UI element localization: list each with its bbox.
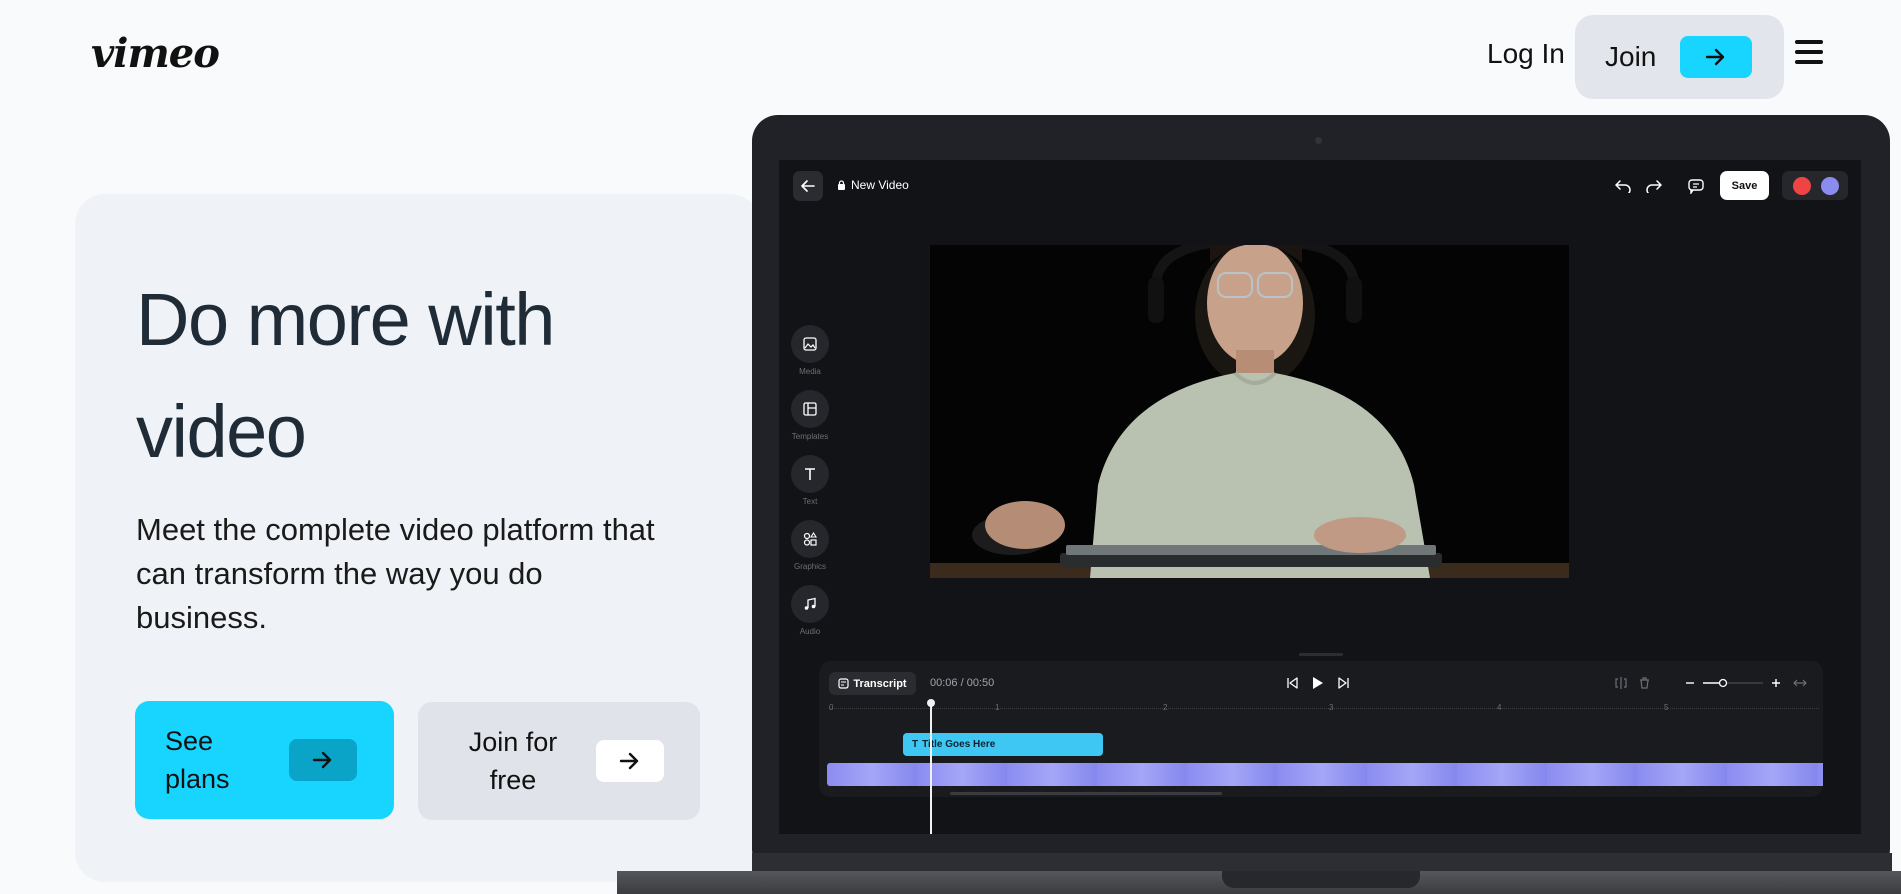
ruler-tick: 3: [1329, 703, 1334, 712]
avatar: [1793, 176, 1811, 195]
login-link[interactable]: Log In: [1487, 38, 1565, 70]
zoom-in-icon[interactable]: [1770, 675, 1782, 691]
arrow-right-icon: [596, 740, 664, 782]
back-button[interactable]: [793, 171, 823, 201]
see-plans-label: See plans: [165, 726, 230, 794]
ruler-tick: 0: [829, 703, 834, 712]
skip-forward-icon[interactable]: [1336, 675, 1352, 691]
tool-media[interactable]: Media: [791, 325, 829, 376]
collaborator-avatars[interactable]: [1782, 171, 1848, 200]
video-preview[interactable]: [930, 245, 1569, 578]
zoom-out-icon[interactable]: [1684, 675, 1696, 691]
tool-text[interactable]: Text: [791, 455, 829, 506]
skip-back-icon[interactable]: [1284, 675, 1300, 691]
ruler-tick: 2: [1163, 703, 1168, 712]
tool-templates[interactable]: Templates: [791, 390, 829, 441]
arrow-right-icon: [1680, 36, 1753, 78]
music-note-icon: [791, 585, 829, 623]
tool-label: Text: [802, 497, 818, 506]
fit-width-icon[interactable]: [1792, 675, 1808, 691]
timeline-resize-handle[interactable]: [1299, 653, 1343, 656]
transcript-icon: [838, 678, 850, 689]
layout-icon: [791, 390, 829, 428]
arrow-right-icon: [289, 739, 357, 781]
laptop-mockup: New Video Save Media Templates Text Grap…: [752, 115, 1890, 875]
join-for-free-label: Join for free: [468, 727, 558, 795]
video-frame-image: [930, 245, 1569, 578]
ruler-tick: 4: [1497, 703, 1502, 712]
tool-label: Media: [799, 367, 821, 376]
lock-icon: [838, 180, 845, 190]
timeline-panel: Transcript 00:06 / 00:50 0 1 2 3 4 5 T T…: [819, 661, 1823, 834]
hero-card: Do more with video Meet the complete vid…: [75, 194, 760, 882]
ruler-dots: [829, 708, 1819, 709]
text-icon: T: [912, 739, 919, 750]
redo-icon[interactable]: [1645, 177, 1663, 195]
save-button[interactable]: Save: [1720, 171, 1769, 200]
see-plans-button[interactable]: See plans: [135, 701, 394, 819]
tool-graphics[interactable]: Graphics: [791, 520, 829, 571]
play-icon[interactable]: [1310, 675, 1326, 691]
title-clip[interactable]: T Title Goes Here: [903, 733, 1103, 756]
tool-label: Templates: [791, 432, 829, 441]
time-readout: 00:06 / 00:50: [930, 677, 995, 689]
join-button[interactable]: Join: [1575, 15, 1784, 99]
tool-label: Audio: [799, 627, 821, 636]
playhead[interactable]: [927, 699, 935, 834]
vimeo-logo[interactable]: vimeo: [91, 30, 220, 77]
zoom-slider[interactable]: [1703, 675, 1763, 691]
timeline-ruler[interactable]: 0 1 2 3 4 5: [829, 703, 1819, 715]
split-icon[interactable]: [1613, 675, 1629, 691]
project-title-text: New Video: [851, 178, 909, 192]
undo-icon[interactable]: [1614, 177, 1632, 195]
tool-audio[interactable]: Audio: [791, 585, 829, 636]
title-clip-label: Title Goes Here: [922, 739, 996, 750]
shapes-icon: [791, 520, 829, 558]
timeline-scrollbar[interactable]: [950, 792, 1222, 795]
laptop-chin: [752, 853, 1892, 871]
hero-description: Meet the complete video platform that ca…: [136, 512, 655, 635]
image-icon: [791, 325, 829, 363]
project-title[interactable]: New Video: [837, 178, 909, 192]
join-button-label: Join: [1605, 41, 1657, 72]
ruler-tick: 1: [995, 703, 1000, 712]
tool-label: Graphics: [793, 562, 826, 571]
trash-icon[interactable]: [1636, 675, 1652, 691]
laptop-notch: [1222, 871, 1420, 888]
hamburger-menu-icon[interactable]: [1795, 40, 1823, 64]
text-icon: [791, 455, 829, 493]
join-for-free-button[interactable]: Join for free: [418, 702, 700, 820]
ruler-tick: 5: [1664, 703, 1669, 712]
webcam: [1315, 137, 1322, 144]
video-editor-screen: New Video Save Media Templates Text Grap…: [779, 160, 1861, 834]
hero-title: Do more with video: [136, 278, 555, 473]
avatar: [1821, 176, 1839, 195]
video-clip-track[interactable]: [827, 763, 1823, 786]
comment-icon[interactable]: [1687, 177, 1705, 195]
transcript-label: Transcript: [853, 677, 907, 690]
transcript-button[interactable]: Transcript: [829, 672, 916, 695]
arrow-left-icon: [801, 180, 815, 192]
